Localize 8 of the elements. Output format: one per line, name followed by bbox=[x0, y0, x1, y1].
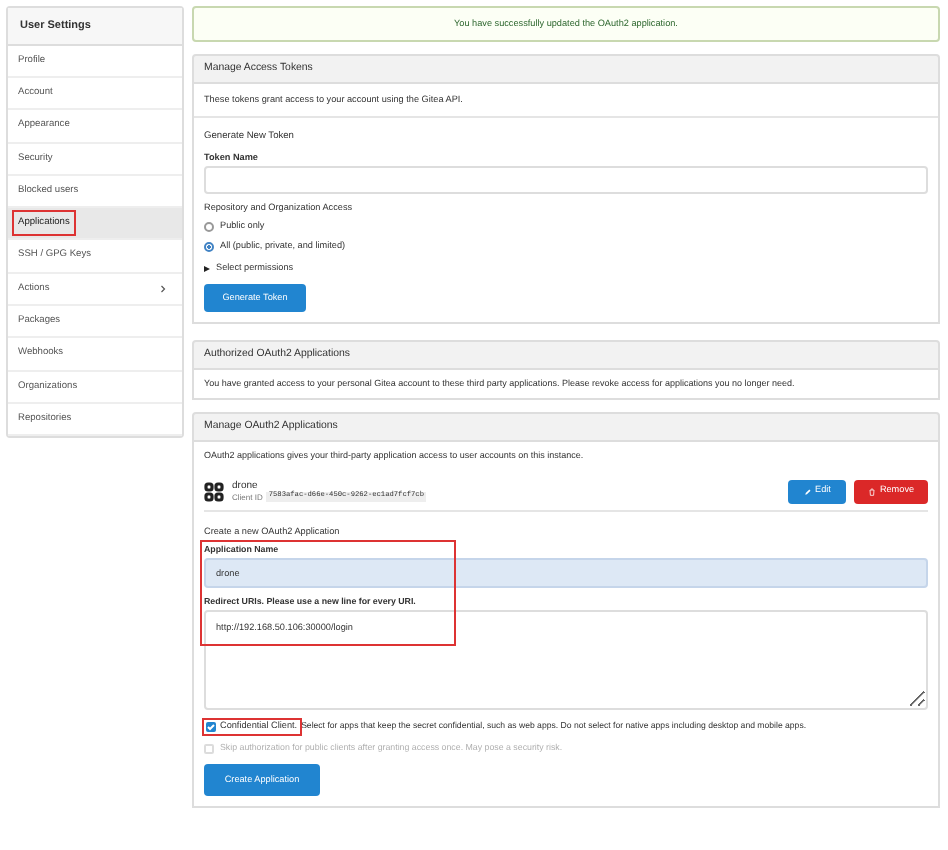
pencil-icon bbox=[803, 487, 812, 495]
radio-button[interactable] bbox=[204, 241, 214, 251]
checkbox[interactable] bbox=[206, 721, 216, 732]
token-name-field[interactable] bbox=[204, 166, 928, 194]
expand-icon bbox=[204, 265, 210, 271]
radio-button[interactable] bbox=[204, 221, 214, 231]
apps-icon bbox=[204, 481, 224, 501]
trash-icon bbox=[867, 487, 876, 495]
